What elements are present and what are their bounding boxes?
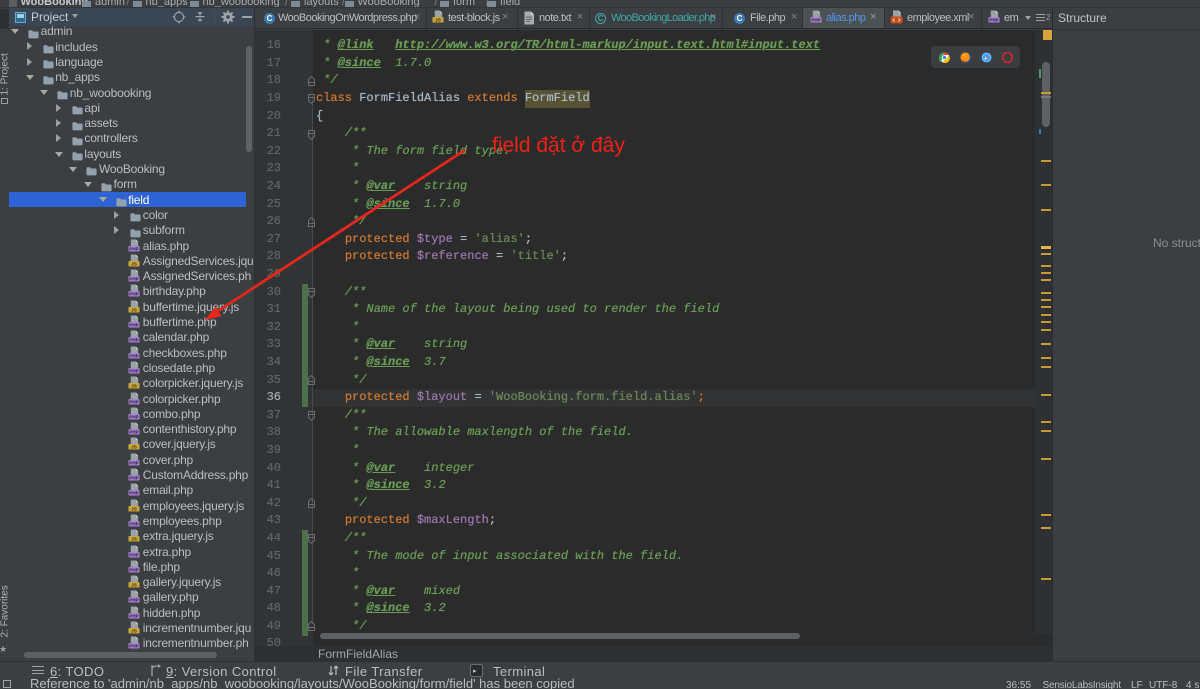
svg-text:field đặt ở đây: field đặt ở đây [492, 134, 625, 157]
